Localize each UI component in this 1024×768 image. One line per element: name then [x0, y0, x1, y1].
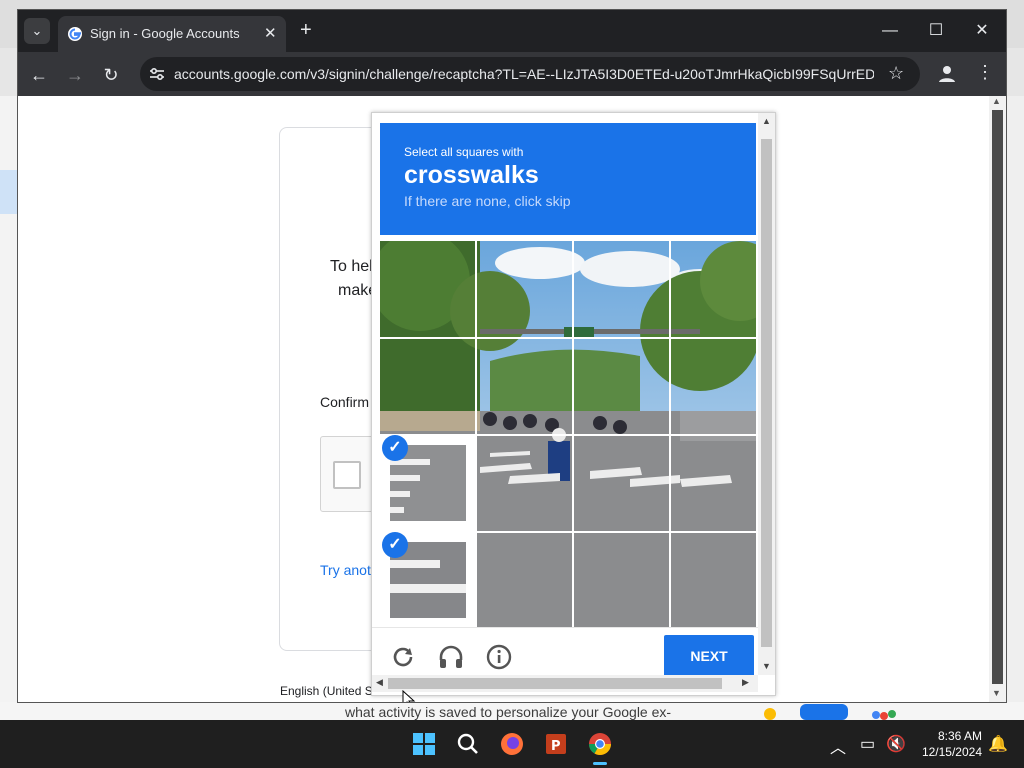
- background-illustration: [764, 704, 896, 720]
- next-button[interactable]: NEXT: [664, 635, 754, 677]
- show-hidden-icons-icon[interactable]: ︿: [830, 734, 846, 758]
- desktop-background-left: [0, 96, 18, 706]
- challenge-horizontal-scrollbar[interactable]: ◀ ▶: [372, 675, 758, 692]
- active-app-indicator: [593, 762, 607, 765]
- svg-text:P: P: [551, 739, 561, 754]
- try-another-way-link[interactable]: Try anot: [320, 562, 371, 578]
- desktop-background-right: [1006, 96, 1024, 706]
- scroll-thumb[interactable]: [761, 139, 772, 647]
- powerpoint-icon[interactable]: P: [540, 728, 572, 760]
- address-bar[interactable]: accounts.google.com/v3/signin/challenge/…: [140, 57, 920, 91]
- site-info-icon[interactable]: [148, 65, 166, 83]
- scroll-left-icon[interactable]: ◀: [376, 677, 383, 688]
- grid-tile-selected[interactable]: ✓: [380, 435, 475, 531]
- close-window-button[interactable]: ✕: [970, 20, 994, 42]
- selected-check-icon: ✓: [382, 532, 408, 558]
- profile-icon[interactable]: [936, 63, 958, 85]
- page-content: To hel make Confirm Try anot English (Un…: [18, 96, 1006, 702]
- prompt-hint: If there are none, click skip: [404, 193, 571, 209]
- tab-sign-in[interactable]: Sign in - Google Accounts ✕: [58, 16, 286, 52]
- url-text: accounts.google.com/v3/signin/challenge/…: [174, 66, 874, 82]
- mouse-cursor-icon: [402, 690, 416, 702]
- card-text-line1: To hel: [330, 258, 373, 275]
- google-favicon-icon: [68, 27, 82, 41]
- clock-time: 8:36 AM: [937, 729, 982, 743]
- maximize-button[interactable]: ☐: [924, 20, 948, 42]
- page-scroll-thumb[interactable]: [992, 110, 1003, 684]
- background-window-text: what activity is saved to personalize yo…: [345, 704, 672, 720]
- challenge-header: Select all squares with crosswalks If th…: [380, 123, 756, 235]
- grid-tile-selected[interactable]: ✓: [380, 532, 475, 627]
- reload-button[interactable]: ↻: [100, 64, 122, 86]
- tab-bar: ⌄ Sign in - Google Accounts ✕ + — ☐ ✕: [18, 10, 1006, 52]
- scroll-thumb-horizontal[interactable]: [388, 678, 722, 689]
- start-button-icon[interactable]: [408, 728, 440, 760]
- selected-check-icon: ✓: [382, 435, 408, 461]
- info-icon[interactable]: [484, 642, 514, 672]
- notifications-bell-icon[interactable]: 🔔: [988, 734, 1008, 754]
- back-button[interactable]: ←: [28, 64, 50, 86]
- clock-date: 12/15/2024: [921, 745, 982, 759]
- challenge-vertical-scrollbar[interactable]: ▲ ▼: [758, 113, 775, 675]
- volume-muted-icon[interactable]: 🔇: [886, 734, 906, 754]
- scroll-down-icon[interactable]: ▼: [762, 661, 771, 671]
- forward-button[interactable]: →: [64, 64, 86, 86]
- language-selector[interactable]: English (United S: [280, 684, 373, 698]
- recaptcha-challenge: Select all squares with crosswalks If th…: [371, 112, 776, 696]
- firefox-icon[interactable]: [496, 728, 528, 760]
- menu-kebab-icon[interactable]: ⋮: [976, 62, 994, 83]
- taskbar: P ︿ ▭ 🔇 8:36 AM 12/15/2024 🔔: [0, 720, 1024, 768]
- tab-close-icon[interactable]: ✕: [264, 24, 277, 42]
- challenge-grid: ✓ ✓: [380, 241, 756, 627]
- scroll-up-icon[interactable]: ▲: [762, 116, 771, 126]
- page-scroll-up-icon[interactable]: ▲: [992, 96, 1001, 106]
- network-icon[interactable]: ▭: [860, 734, 875, 754]
- reload-icon[interactable]: [388, 642, 418, 672]
- bookmark-star-icon[interactable]: ☆: [888, 63, 904, 84]
- minimize-button[interactable]: —: [878, 20, 902, 42]
- tab-search-button[interactable]: ⌄: [24, 18, 50, 44]
- chrome-icon[interactable]: [584, 728, 616, 760]
- new-tab-button[interactable]: +: [300, 19, 312, 42]
- recaptcha-checkbox[interactable]: [333, 461, 361, 489]
- browser-toolbar: ← → ↻ accounts.google.com/v3/signin/chal…: [18, 52, 1006, 96]
- page-scrollbar[interactable]: ▲ ▼: [989, 96, 1006, 702]
- tab-title: Sign in - Google Accounts: [90, 26, 240, 41]
- scroll-right-icon[interactable]: ▶: [742, 677, 749, 688]
- prompt-target: crosswalks: [404, 161, 539, 189]
- search-icon[interactable]: [452, 728, 484, 760]
- prompt-line1: Select all squares with: [404, 145, 524, 159]
- audio-challenge-icon[interactable]: [436, 642, 466, 672]
- browser-window: ⌄ Sign in - Google Accounts ✕ + — ☐ ✕ ← …: [18, 10, 1006, 702]
- system-clock[interactable]: 8:36 AM 12/15/2024: [916, 728, 982, 760]
- page-scroll-down-icon[interactable]: ▼: [992, 688, 1001, 698]
- confirm-label: Confirm: [320, 394, 370, 410]
